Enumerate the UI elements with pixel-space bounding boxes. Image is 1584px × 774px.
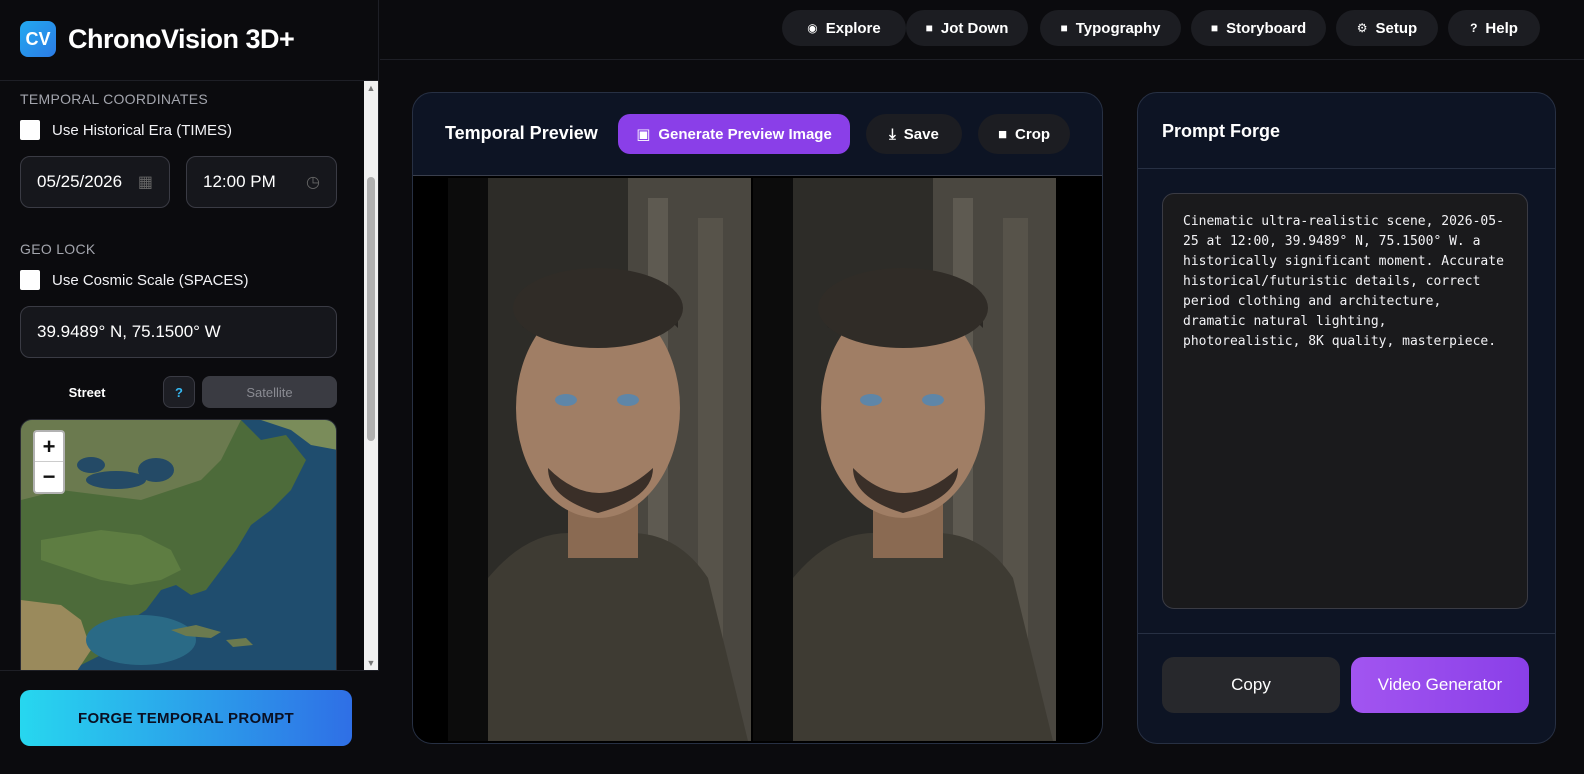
cosmic-scale-label: Use Cosmic Scale (SPACES) <box>52 271 249 289</box>
compass-icon: ◉ <box>807 21 818 35</box>
image-icon: ▣ <box>636 126 651 143</box>
preview-image-area <box>413 175 1102 743</box>
note-icon: ■ <box>1060 21 1068 35</box>
preview-header: Temporal Preview ▣ Generate Preview Imag… <box>413 93 1102 175</box>
crop-label: Crop <box>1015 125 1051 143</box>
date-input[interactable]: 05/25/2026 ▦ <box>20 156 170 208</box>
video-generator-button[interactable]: Video Generator <box>1351 657 1529 713</box>
clock-icon[interactable]: ◷ <box>306 172 320 192</box>
download-icon: ⤓ <box>889 125 896 143</box>
app-title: ChronoVision 3D+ <box>68 23 295 54</box>
save-button[interactable]: ⤓ Save <box>866 114 962 154</box>
brand: CV ChronoVision 3D+ <box>20 20 295 58</box>
satellite-map-image <box>21 420 336 670</box>
scroll-down-arrow-icon[interactable]: ▼ <box>364 656 378 670</box>
zoom-out-button[interactable]: − <box>35 462 63 492</box>
historical-era-label: Use Historical Era (TIMES) <box>52 121 233 139</box>
nav-jot-down-label: Jot Down <box>940 19 1009 37</box>
map-street-option[interactable]: Street <box>20 376 154 408</box>
sidebar-scrollbar[interactable]: ▲ ▼ <box>364 81 378 670</box>
cosmic-scale-row[interactable]: Use Cosmic Scale (SPACES) <box>20 270 248 290</box>
scrollbar-thumb[interactable] <box>367 177 375 441</box>
coordinates-input[interactable]: 39.9489° N, 75.1500° W <box>20 306 337 358</box>
temporal-coordinates-label: TEMPORAL COORDINATES <box>20 91 209 107</box>
nav-explore[interactable]: ◉ Explore <box>782 10 906 46</box>
geo-lock-label: GEO LOCK <box>20 241 96 257</box>
save-label: Save <box>903 125 939 143</box>
sidebar-scroll-area: TEMPORAL COORDINATES Use Historical Era … <box>0 81 364 670</box>
time-input[interactable]: 12:00 PM ◷ <box>186 156 337 208</box>
question-icon: ? <box>1470 21 1478 35</box>
nav-typography-label: Typography <box>1075 19 1161 37</box>
time-value: 12:00 PM <box>203 172 276 191</box>
note-icon: ■ <box>997 125 1008 143</box>
gear-icon: ⚙ <box>1356 21 1368 35</box>
map-type-toggle: Street ? Satellite <box>20 376 337 408</box>
sidebar-footer: FORGE TEMPORAL PROMPT <box>0 670 379 774</box>
app-logo: CV <box>20 21 56 57</box>
nav-help[interactable]: ? Help <box>1448 10 1540 46</box>
prompt-forge-panel: Prompt Forge Cinematic ultra-realistic s… <box>1137 92 1556 744</box>
top-nav-bar: ◉ Explore ■ Jot Down ■ Typography ■ Stor… <box>380 0 1584 60</box>
coordinates-value: 39.9489° N, 75.1500° W <box>37 322 221 341</box>
generate-preview-label: Generate Preview Image <box>658 125 832 143</box>
copy-button[interactable]: Copy <box>1162 657 1340 713</box>
zoom-in-button[interactable]: + <box>35 432 63 462</box>
temporal-preview-panel: Temporal Preview ▣ Generate Preview Imag… <box>412 92 1103 744</box>
prompt-textarea[interactable]: Cinematic ultra-realistic scene, 2026-05… <box>1162 193 1528 609</box>
nav-setup[interactable]: ⚙ Setup <box>1336 10 1438 46</box>
historical-era-checkbox[interactable] <box>20 120 40 140</box>
sidebar: CV ChronoVision 3D+ TEMPORAL COORDINATES… <box>0 0 379 774</box>
map-satellite-option[interactable]: Satellite <box>202 376 337 408</box>
preview-photo-right <box>753 178 1056 741</box>
cosmic-scale-checkbox[interactable] <box>20 270 40 290</box>
note-icon: ■ <box>925 21 933 35</box>
calendar-icon[interactable]: ▦ <box>138 172 153 192</box>
note-icon: ■ <box>1210 21 1219 35</box>
divider <box>1138 633 1555 634</box>
zoom-control: + − <box>33 430 65 494</box>
map-help-button[interactable]: ? <box>163 376 195 408</box>
nav-typography[interactable]: ■ Typography <box>1040 10 1181 46</box>
forge-title: Prompt Forge <box>1162 121 1281 141</box>
nav-help-label: Help <box>1485 19 1518 37</box>
forge-temporal-prompt-button[interactable]: FORGE TEMPORAL PROMPT <box>20 690 352 746</box>
map-view[interactable]: + − <box>20 419 337 670</box>
nav-storyboard-label: Storyboard <box>1226 19 1307 37</box>
nav-storyboard[interactable]: ■ Storyboard <box>1191 10 1326 46</box>
nav-jot-down[interactable]: ■ Jot Down <box>906 10 1028 46</box>
preview-photo-left <box>448 178 751 741</box>
nav-setup-label: Setup <box>1375 19 1418 37</box>
forge-header: Prompt Forge <box>1138 93 1555 169</box>
historical-era-row[interactable]: Use Historical Era (TIMES) <box>20 120 232 140</box>
nav-explore-label: Explore <box>825 19 881 37</box>
generate-preview-image-button[interactable]: ▣ Generate Preview Image <box>618 114 850 154</box>
scroll-up-arrow-icon[interactable]: ▲ <box>364 81 378 95</box>
crop-button[interactable]: ■ Crop <box>978 114 1070 154</box>
preview-title: Temporal Preview <box>445 123 598 143</box>
date-value: 05/25/2026 <box>37 172 123 191</box>
